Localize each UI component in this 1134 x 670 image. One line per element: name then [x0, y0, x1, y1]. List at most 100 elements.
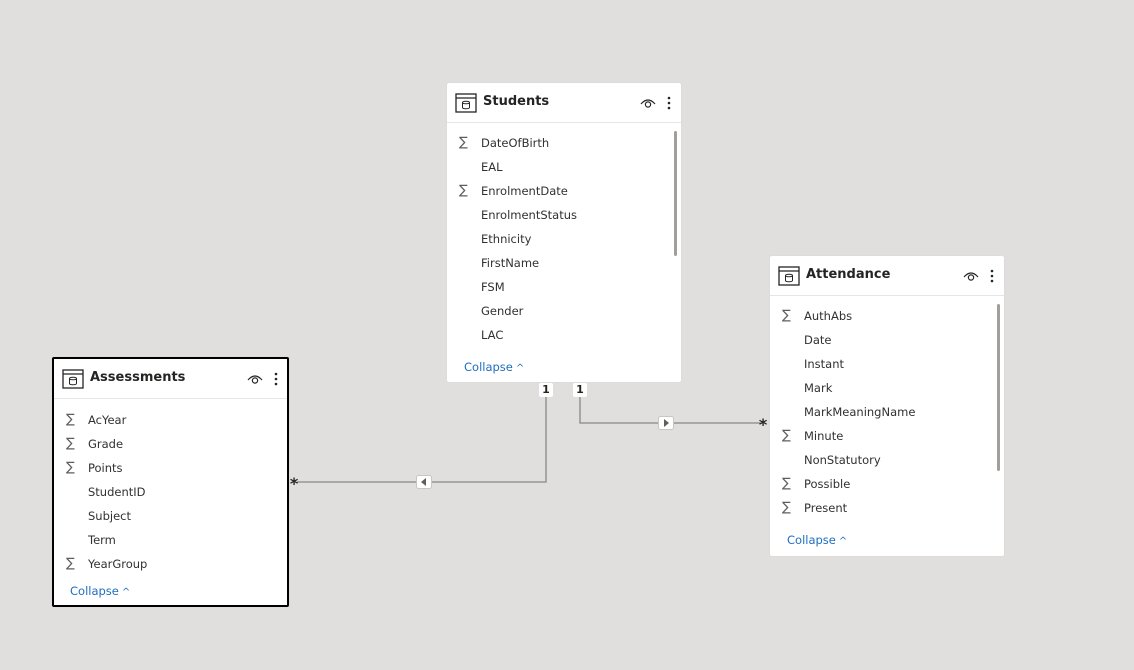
table-title: Attendance — [806, 267, 891, 282]
field-row[interactable]: ∑ YearGroup — [54, 552, 287, 576]
sum-icon: ∑ — [459, 135, 468, 150]
field-name: AcYear — [88, 413, 127, 427]
field-list: ∑ AcYear ∑ Grade ∑ Points StudentID Subject… — [54, 408, 287, 576]
sum-icon: ∑ — [782, 476, 791, 491]
field-row[interactable]: Date — [770, 328, 1004, 352]
field-name: MarkMeaningName — [804, 405, 916, 419]
chevron-up-icon: ^ — [838, 536, 848, 547]
chevron-up-icon: ^ — [121, 587, 131, 598]
cardinality-one-badge: 1 — [573, 383, 587, 397]
field-row[interactable]: ∑ EnrolmentDate — [447, 179, 681, 203]
collapse-label: Collapse — [464, 360, 513, 374]
table-card-assessments[interactable]: Assessments ∑ AcYear ∑ Grade ∑ Points Stude… — [52, 357, 289, 607]
table-icon — [778, 266, 800, 286]
field-name: Grade — [88, 437, 124, 451]
collapse-label: Collapse — [787, 533, 836, 547]
scrollbar-thumb[interactable] — [997, 304, 1000, 471]
field-name: LAC — [481, 328, 504, 342]
table-icon — [455, 93, 477, 113]
field-row[interactable]: MarkMeaningName — [770, 400, 1004, 424]
scrollbar-thumb[interactable] — [674, 131, 677, 256]
filter-direction-left-icon[interactable] — [416, 475, 432, 489]
collapse-button[interactable]: Collapse ^ — [464, 360, 524, 374]
field-name: EAL — [481, 160, 503, 174]
field-row[interactable]: Ethnicity — [447, 227, 681, 251]
field-row[interactable]: StudentID — [54, 480, 287, 504]
table-card-header[interactable]: Attendance — [770, 256, 1004, 296]
field-row[interactable]: EAL — [447, 155, 681, 179]
field-name: AuthAbs — [804, 309, 853, 323]
visibility-eye-icon[interactable] — [640, 97, 656, 109]
field-name: DateOfBirth — [481, 136, 550, 150]
field-row[interactable]: ∑ Present — [770, 496, 1004, 520]
visibility-eye-icon[interactable] — [963, 270, 979, 282]
field-row[interactable]: FirstName — [447, 251, 681, 275]
more-options-icon[interactable] — [274, 372, 278, 386]
cardinality-one-badge: 1 — [539, 383, 553, 397]
field-row[interactable]: ∑ Grade — [54, 432, 287, 456]
field-row[interactable]: EnrolmentStatus — [447, 203, 681, 227]
more-options-icon[interactable] — [990, 269, 994, 283]
sum-icon: ∑ — [66, 556, 75, 571]
sum-icon: ∑ — [66, 460, 75, 475]
model-canvas[interactable]: 1 1 * * Students ∑ DateOfBirth EAL ∑ Enr… — [0, 0, 1134, 670]
field-name: Present — [804, 501, 848, 515]
field-name: Mark — [804, 381, 833, 395]
field-row[interactable]: Term — [54, 528, 287, 552]
chevron-up-icon: ^ — [515, 363, 525, 374]
field-row[interactable]: ∑ DateOfBirth — [447, 131, 681, 155]
field-name: Term — [88, 533, 116, 547]
table-card-header[interactable]: Students — [447, 83, 681, 123]
field-row[interactable]: ∑ Possible — [770, 472, 1004, 496]
field-name: Minute — [804, 429, 844, 443]
field-row[interactable]: NonStatutory — [770, 448, 1004, 472]
sum-icon: ∑ — [66, 412, 75, 427]
sum-icon: ∑ — [782, 428, 791, 443]
field-row[interactable]: Subject — [54, 504, 287, 528]
field-row[interactable]: Gender — [447, 299, 681, 323]
more-options-icon[interactable] — [667, 96, 671, 110]
table-icon — [62, 369, 84, 389]
sum-icon: ∑ — [782, 500, 791, 515]
field-name: FSM — [481, 280, 505, 294]
table-title: Students — [483, 94, 550, 109]
collapse-button[interactable]: Collapse ^ — [787, 533, 847, 547]
sum-icon: ∑ — [782, 308, 791, 323]
collapse-label: Collapse — [70, 584, 119, 598]
collapse-button[interactable]: Collapse ^ — [70, 584, 130, 598]
filter-direction-right-icon[interactable] — [658, 416, 674, 430]
field-list: ∑ AuthAbs Date Instant Mark MarkMeaningNa… — [770, 304, 1004, 520]
table-card-attendance[interactable]: Attendance ∑ AuthAbs Date Instant Mark Ma… — [770, 256, 1004, 556]
field-row[interactable]: Instant — [770, 352, 1004, 376]
field-name: StudentID — [88, 485, 146, 499]
field-row[interactable]: ∑ AuthAbs — [770, 304, 1004, 328]
field-name: NonStatutory — [804, 453, 881, 467]
field-name: Date — [804, 333, 832, 347]
field-name: Subject — [88, 509, 131, 523]
field-name: FirstName — [481, 256, 540, 270]
field-row[interactable]: LAC — [447, 323, 681, 347]
relationship-line-students-assessments — [297, 396, 547, 483]
field-row[interactable]: ∑ AcYear — [54, 408, 287, 432]
field-row[interactable]: ∑ Minute — [770, 424, 1004, 448]
field-name: Points — [88, 461, 123, 475]
field-list: ∑ DateOfBirth EAL ∑ EnrolmentDate Enrolmen… — [447, 131, 681, 347]
visibility-eye-icon[interactable] — [247, 373, 263, 385]
field-name: YearGroup — [88, 557, 148, 571]
field-name: Ethnicity — [481, 232, 532, 246]
cardinality-many-badge: * — [289, 474, 299, 493]
field-name: Possible — [804, 477, 851, 491]
table-card-students[interactable]: Students ∑ DateOfBirth EAL ∑ EnrolmentDate… — [447, 83, 681, 382]
field-row[interactable]: ∑ Points — [54, 456, 287, 480]
sum-icon: ∑ — [66, 436, 75, 451]
cardinality-many-badge: * — [758, 415, 768, 434]
field-name: EnrolmentDate — [481, 184, 568, 198]
field-name: Gender — [481, 304, 524, 318]
table-title: Assessments — [90, 370, 186, 385]
field-name: EnrolmentStatus — [481, 208, 577, 222]
sum-icon: ∑ — [459, 183, 468, 198]
field-name: Instant — [804, 357, 845, 371]
field-row[interactable]: Mark — [770, 376, 1004, 400]
table-card-header[interactable]: Assessments — [54, 359, 287, 399]
field-row[interactable]: FSM — [447, 275, 681, 299]
